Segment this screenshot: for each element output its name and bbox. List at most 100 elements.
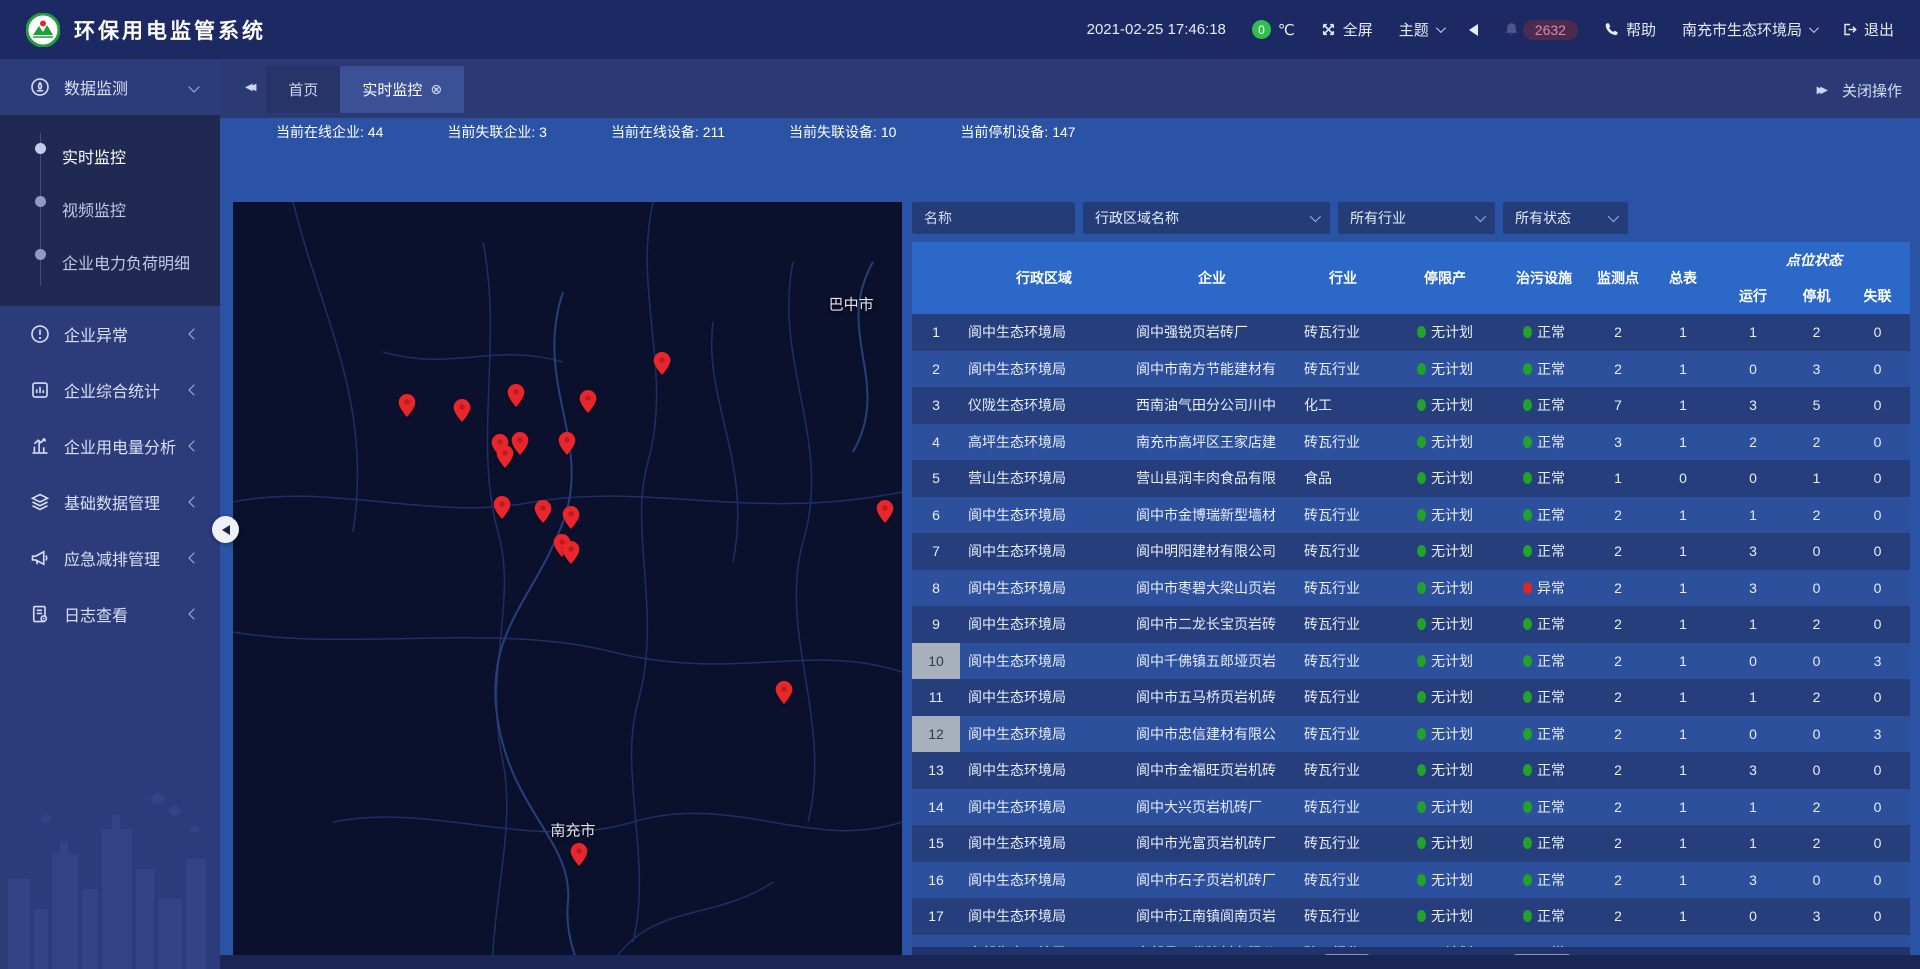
map-pin[interactable]: [512, 432, 529, 455]
cell-company: 阆中市枣碧大梁山页岩: [1128, 570, 1296, 607]
status-metric-value: 147: [1052, 124, 1075, 140]
cell-industry: 砖瓦行业: [1296, 716, 1390, 753]
cell-industry: 砖瓦行业: [1296, 606, 1390, 643]
row-number: 4: [912, 424, 960, 461]
workspace: 巴中市南充市遂宁市 行政区域名称 所有行业 所有状态: [220, 143, 1920, 969]
tab-home[interactable]: 首页: [266, 66, 340, 113]
table-row[interactable]: 5营山生态环境局营山县润丰肉食品有限食品无计划正常10010: [912, 460, 1910, 497]
table-row[interactable]: 15阆中生态环境局阆中市光富页岩机砖厂砖瓦行业无计划正常21120: [912, 825, 1910, 862]
map-pin[interactable]: [570, 843, 587, 866]
cell-offline: 0: [1845, 862, 1910, 899]
map-pin[interactable]: [580, 390, 597, 413]
sidebar-item-video-monitoring[interactable]: 视频监控: [0, 182, 220, 235]
notifications-button[interactable]: 2632: [1504, 20, 1578, 40]
phone-icon: [1604, 22, 1619, 37]
cell-run: 1: [1718, 497, 1788, 534]
cell-points: 2: [1588, 789, 1648, 826]
table-row[interactable]: 10阆中生态环境局阆中千佛镇五郎垭页岩砖瓦行业无计划正常21003: [912, 643, 1910, 680]
region-select[interactable]: 行政区域名称: [1083, 202, 1330, 234]
logout-icon: [1842, 22, 1857, 37]
tab-realtime[interactable]: 实时监控⊗: [340, 66, 464, 113]
map-pin[interactable]: [877, 500, 894, 523]
sidebar-item-basic-data-management[interactable]: 基础数据管理: [0, 474, 220, 530]
table-row[interactable]: 4高坪生态环境局南充市高坪区王家店建砖瓦行业无计划正常31220: [912, 424, 1910, 461]
theme-menu[interactable]: 主题: [1399, 19, 1443, 40]
table-row[interactable]: 6阆中生态环境局阆中市金博瑞新型墙材砖瓦行业无计划正常21120: [912, 497, 1910, 534]
cell-stop-status: 无计划: [1390, 424, 1500, 461]
facility-status-label: 正常: [1537, 687, 1565, 707]
table-row[interactable]: 13阆中生态环境局阆中市金福旺页岩机砖砖瓦行业无计划正常21300: [912, 752, 1910, 789]
cell-industry: 砖瓦行业: [1296, 314, 1390, 351]
cell-points: 2: [1588, 606, 1648, 643]
status-dot-icon: [1523, 655, 1532, 667]
map-pin[interactable]: [493, 496, 510, 519]
table-row[interactable]: 11阆中生态环境局阆中市五马桥页岩机砖砖瓦行业无计划正常21120: [912, 679, 1910, 716]
cell-offline: 0: [1845, 570, 1910, 607]
table-row[interactable]: 14阆中生态环境局阆中大兴页岩机砖厂砖瓦行业无计划正常21120: [912, 789, 1910, 826]
tab-close-icon[interactable]: ⊗: [430, 81, 442, 98]
table-row[interactable]: 9阆中生态环境局阆中市二龙长宝页岩砖砖瓦行业无计划正常21120: [912, 606, 1910, 643]
sound-toggle-button[interactable]: [1469, 24, 1478, 36]
table-row[interactable]: 2阆中生态环境局阆中市南方节能建材有砖瓦行业无计划正常21030: [912, 351, 1910, 388]
map-pin[interactable]: [507, 384, 524, 407]
cell-offline: 0: [1845, 789, 1910, 826]
map-pin[interactable]: [453, 399, 470, 422]
cell-run: 1: [1718, 789, 1788, 826]
tabs-scroll-right-button[interactable]: ▶▶: [1817, 85, 1824, 96]
close-operations-menu[interactable]: 关闭操作: [1842, 80, 1902, 101]
map-pin[interactable]: [562, 506, 579, 529]
cell-stopped: 3: [1788, 935, 1845, 948]
cell-facility-status: 正常: [1500, 314, 1588, 351]
map-pin[interactable]: [497, 445, 514, 468]
map-canvas[interactable]: 巴中市南充市遂宁市: [233, 202, 902, 969]
sidebar-collapse-handle[interactable]: [212, 516, 239, 543]
sidebar-item-company-statistics[interactable]: 企业综合统计: [0, 362, 220, 418]
cell-stop-status: 无计划: [1390, 533, 1500, 570]
sidebar-item-power-usage-analysis[interactable]: 企业用电量分析: [0, 418, 220, 474]
table-row[interactable]: 17阆中生态环境局阆中市江南镇阆南页岩砖瓦行业无计划正常21030: [912, 898, 1910, 935]
sidebar: 数据监测实时监控视频监控企业电力负荷明细企业异常企业综合统计企业用电量分析基础数…: [0, 59, 220, 969]
map-pin[interactable]: [398, 394, 415, 417]
sidebar-item-company-abnormal[interactable]: 企业异常: [0, 306, 220, 362]
fullscreen-button[interactable]: 全屏: [1321, 19, 1373, 40]
sidebar-item-emergency-reduction[interactable]: 应急减排管理: [0, 530, 220, 586]
sidebar-item-realtime-monitoring[interactable]: 实时监控: [0, 129, 220, 182]
table-row[interactable]: 12阆中生态环境局阆中市忠信建材有限公砖瓦行业无计划正常21003: [912, 716, 1910, 753]
table-row[interactable]: 3仪陇生态环境局西南油气田分公司川中化工无计划正常71350: [912, 387, 1910, 424]
chevron-down-icon: [1809, 23, 1819, 33]
status-select[interactable]: 所有状态: [1503, 202, 1628, 234]
table-row[interactable]: 7阆中生态环境局阆中明阳建材有限公司砖瓦行业无计划正常21300: [912, 533, 1910, 570]
logout-button[interactable]: 退出: [1842, 19, 1894, 40]
map-pin[interactable]: [776, 681, 793, 704]
map-pin[interactable]: [534, 500, 551, 523]
col-facility: 治污设施: [1500, 242, 1588, 314]
table-row[interactable]: 1阆中生态环境局阆中强锐页岩砖厂砖瓦行业无计划正常21120: [912, 314, 1910, 351]
facility-status-label: 正常: [1537, 468, 1565, 488]
sidebar-item-data-monitoring[interactable]: 数据监测: [0, 59, 220, 115]
cell-company: 阆中市石子页岩机砖厂: [1128, 862, 1296, 899]
cell-region: 仪陇生态环境局: [960, 387, 1128, 424]
tabs-scroll-left-button[interactable]: ◀◀: [245, 82, 252, 93]
status-metric-label: 当前在线企业:: [276, 124, 368, 140]
help-button[interactable]: 帮助: [1604, 19, 1656, 40]
map-pin[interactable]: [558, 432, 575, 455]
cell-industry: 砖瓦行业: [1296, 497, 1390, 534]
status-dot-icon: [1417, 728, 1426, 740]
table-row[interactable]: 8阆中生态环境局阆中市枣碧大梁山页岩砖瓦行业无计划异常21300: [912, 570, 1910, 607]
cell-stop-status: 无计划: [1390, 314, 1500, 351]
facility-status-label: 正常: [1537, 870, 1565, 890]
cell-points: 2: [1588, 935, 1648, 948]
map-pin[interactable]: [562, 541, 579, 564]
sidebar-item-log-view[interactable]: 日志查看: [0, 586, 220, 642]
name-search-input[interactable]: [912, 202, 1075, 234]
cell-company: 西南油气田分公司川中: [1128, 387, 1296, 424]
map-pin[interactable]: [653, 352, 670, 375]
org-menu[interactable]: 南充市生态环境局: [1682, 19, 1816, 40]
table-row[interactable]: 18南部生态环境局南部县双佛建材有限公砖瓦行业无计划正常21030: [912, 935, 1910, 948]
table-header: 行政区域 企业 行业 停限产 治污设施 监测点 总表 点位状态 运行 停机 失联: [912, 242, 1910, 314]
industry-select[interactable]: 所有行业: [1338, 202, 1495, 234]
cell-region: 营山生态环境局: [960, 460, 1128, 497]
sidebar-item-power-load-detail[interactable]: 企业电力负荷明细: [0, 235, 220, 288]
status-metric: 当前在线设备: 211: [611, 122, 725, 142]
table-row[interactable]: 16阆中生态环境局阆中市石子页岩机砖厂砖瓦行业无计划正常21300: [912, 862, 1910, 899]
